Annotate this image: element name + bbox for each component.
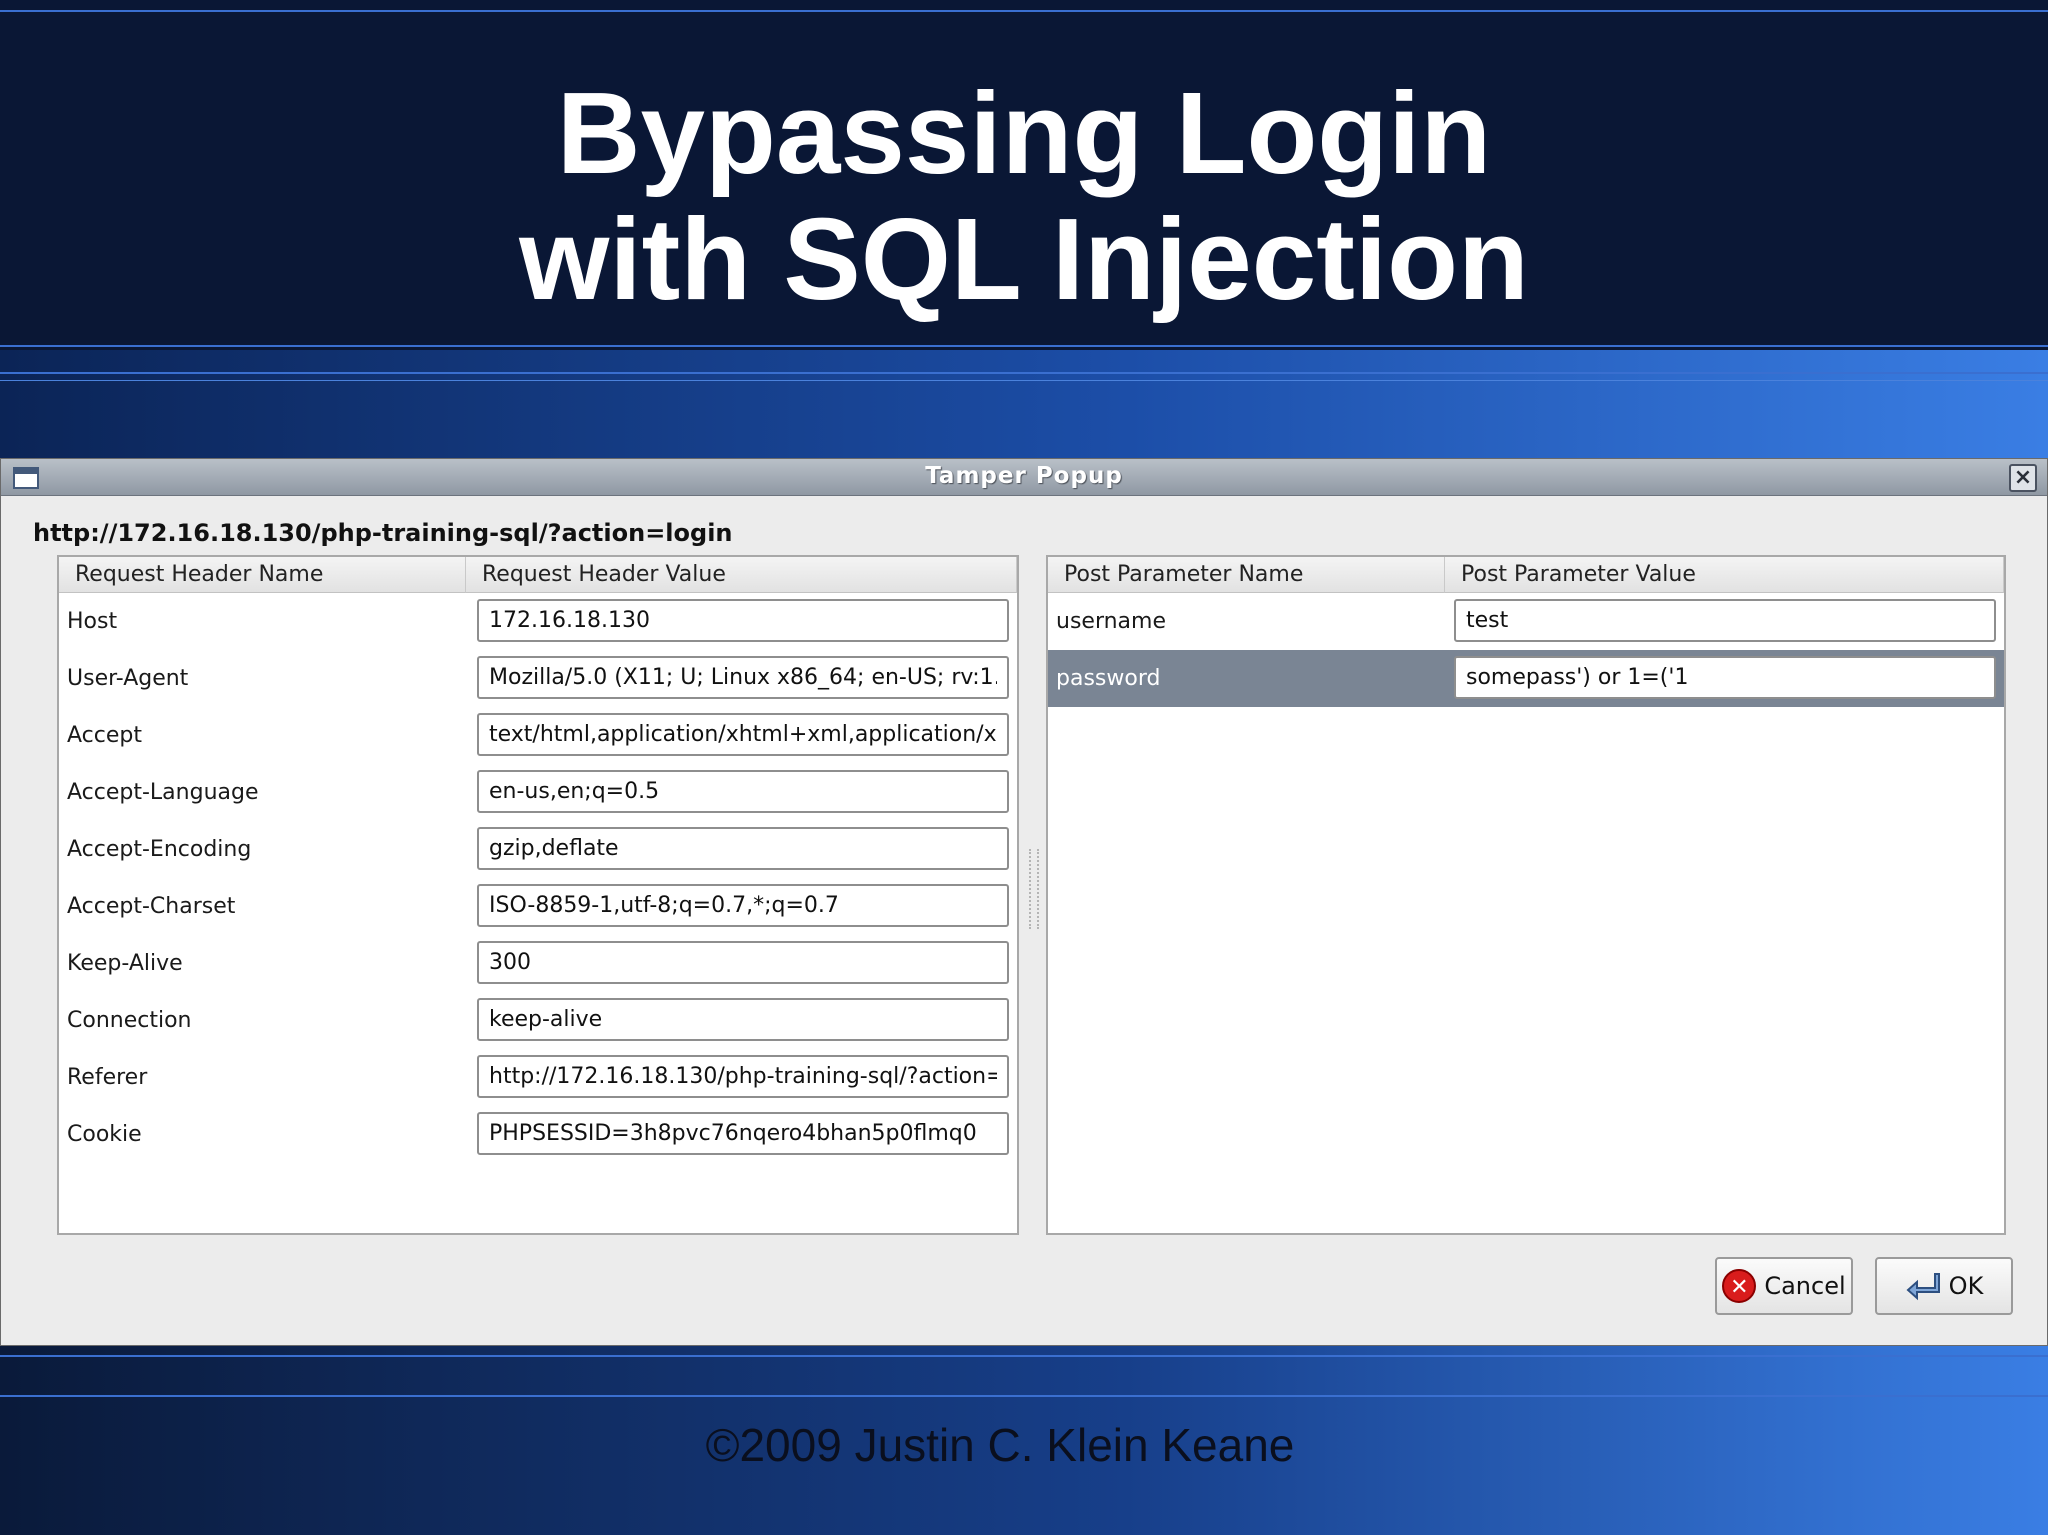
request-url: http://172.16.18.130/php-training-sql/?a…: [33, 519, 733, 547]
column-header-header-value[interactable]: Request Header Value: [466, 557, 1017, 593]
dialog-title: Tamper Popup: [925, 463, 1123, 489]
column-header-param-name[interactable]: Post Parameter Name: [1048, 557, 1445, 593]
header-divider: [0, 10, 2048, 12]
header-name: Keep-Alive: [67, 951, 183, 976]
table-row[interactable]: Cookie: [59, 1106, 1017, 1163]
close-icon[interactable]: ×: [2009, 464, 2037, 492]
slide-title: Bypassing Login with SQL Injection: [0, 70, 2048, 322]
header-value-input[interactable]: [477, 770, 1009, 813]
header-value-input[interactable]: [477, 656, 1009, 699]
request-headers-table: Request Header Name Request Header Value…: [57, 555, 1019, 1235]
param-name: password: [1056, 666, 1161, 691]
table-row[interactable]: Accept-Encoding: [59, 821, 1017, 878]
dialog-titlebar[interactable]: Tamper Popup ×: [1, 459, 2047, 496]
header-value-input[interactable]: [477, 713, 1009, 756]
header-value-input[interactable]: [477, 998, 1009, 1041]
cancel-icon: ✕: [1722, 1269, 1757, 1303]
header-value-input[interactable]: [477, 884, 1009, 927]
table-row[interactable]: username: [1048, 593, 2004, 650]
column-header-param-value[interactable]: Post Parameter Value: [1445, 557, 2004, 593]
cancel-button-label: Cancel: [1764, 1272, 1846, 1300]
table-row[interactable]: Host: [59, 593, 1017, 650]
param-value-input[interactable]: [1454, 656, 1996, 699]
header-divider: [0, 345, 2048, 347]
header-value-input[interactable]: [477, 1112, 1009, 1155]
table-row[interactable]: Connection: [59, 992, 1017, 1049]
column-header-header-name[interactable]: Request Header Name: [59, 557, 466, 593]
panel-splitter-handle[interactable]: [1029, 849, 1039, 929]
copyright-text: ©2009 Justin C. Klein Keane: [705, 1419, 1295, 1471]
header-name: Connection: [67, 1008, 192, 1033]
header-name: Accept-Charset: [67, 894, 236, 919]
header-name: User-Agent: [67, 666, 189, 691]
ok-button[interactable]: OK: [1875, 1257, 2013, 1315]
table-row[interactable]: Referer: [59, 1049, 1017, 1106]
header-name: Host: [67, 609, 118, 634]
header-name: Cookie: [67, 1122, 142, 1147]
param-name: username: [1056, 609, 1166, 634]
header-name: Accept-Language: [67, 780, 259, 805]
slide-title-line1: Bypassing Login: [556, 68, 1492, 198]
header-value-input[interactable]: [477, 827, 1009, 870]
return-arrow-icon: [1906, 1273, 1940, 1301]
header-name: Accept-Encoding: [67, 837, 252, 862]
footer-line: [0, 1395, 2048, 1397]
table-row[interactable]: Accept: [59, 707, 1017, 764]
post-parameters-table: Post Parameter Name Post Parameter Value…: [1046, 555, 2006, 1235]
tamper-popup-dialog: Tamper Popup × http://172.16.18.130/php-…: [0, 458, 2048, 1346]
ok-button-label: OK: [1948, 1272, 1984, 1300]
table-row[interactable]: User-Agent: [59, 650, 1017, 707]
header-value-input[interactable]: [477, 599, 1009, 642]
header-value-input[interactable]: [477, 941, 1009, 984]
stripe-line: [0, 380, 2048, 381]
slide-stripe: [0, 350, 2048, 460]
param-value-input[interactable]: [1454, 599, 1996, 642]
slide-title-line2: with SQL Injection: [519, 194, 1529, 324]
table-row-selected[interactable]: password: [1048, 650, 2004, 707]
table-row[interactable]: Accept-Language: [59, 764, 1017, 821]
table-row[interactable]: Accept-Charset: [59, 878, 1017, 935]
stripe-line: [0, 372, 2048, 374]
table-row[interactable]: Keep-Alive: [59, 935, 1017, 992]
cancel-button[interactable]: ✕ Cancel: [1715, 1257, 1853, 1315]
header-name: Referer: [67, 1065, 148, 1090]
header-value-input[interactable]: [477, 1055, 1009, 1098]
header-name: Accept: [67, 723, 142, 748]
footer-line: [0, 1355, 2048, 1357]
